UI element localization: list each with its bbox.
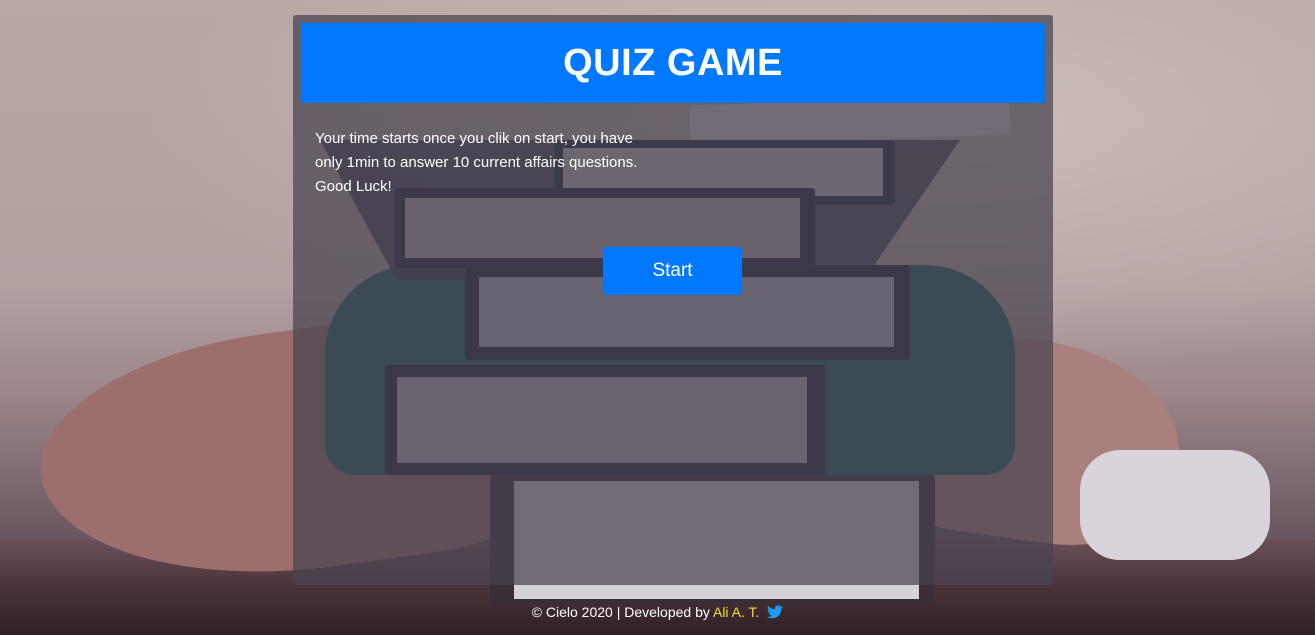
start-button[interactable]: Start (603, 247, 742, 295)
quiz-panel: QUIZ GAME Your time starts once you clik… (293, 15, 1053, 585)
footer: © Cielo 2020 | Developed by Ali A. T. (0, 604, 1315, 626)
footer-copyright: © Cielo 2020 | Developed by (531, 604, 710, 620)
intro-text: Your time starts once you clik on start,… (315, 130, 638, 195)
author-link[interactable]: Ali A. T. (713, 604, 759, 620)
twitter-icon[interactable] (767, 605, 784, 622)
quiz-header: QUIZ GAME (301, 23, 1045, 103)
page-title: QUIZ GAME (563, 41, 783, 84)
